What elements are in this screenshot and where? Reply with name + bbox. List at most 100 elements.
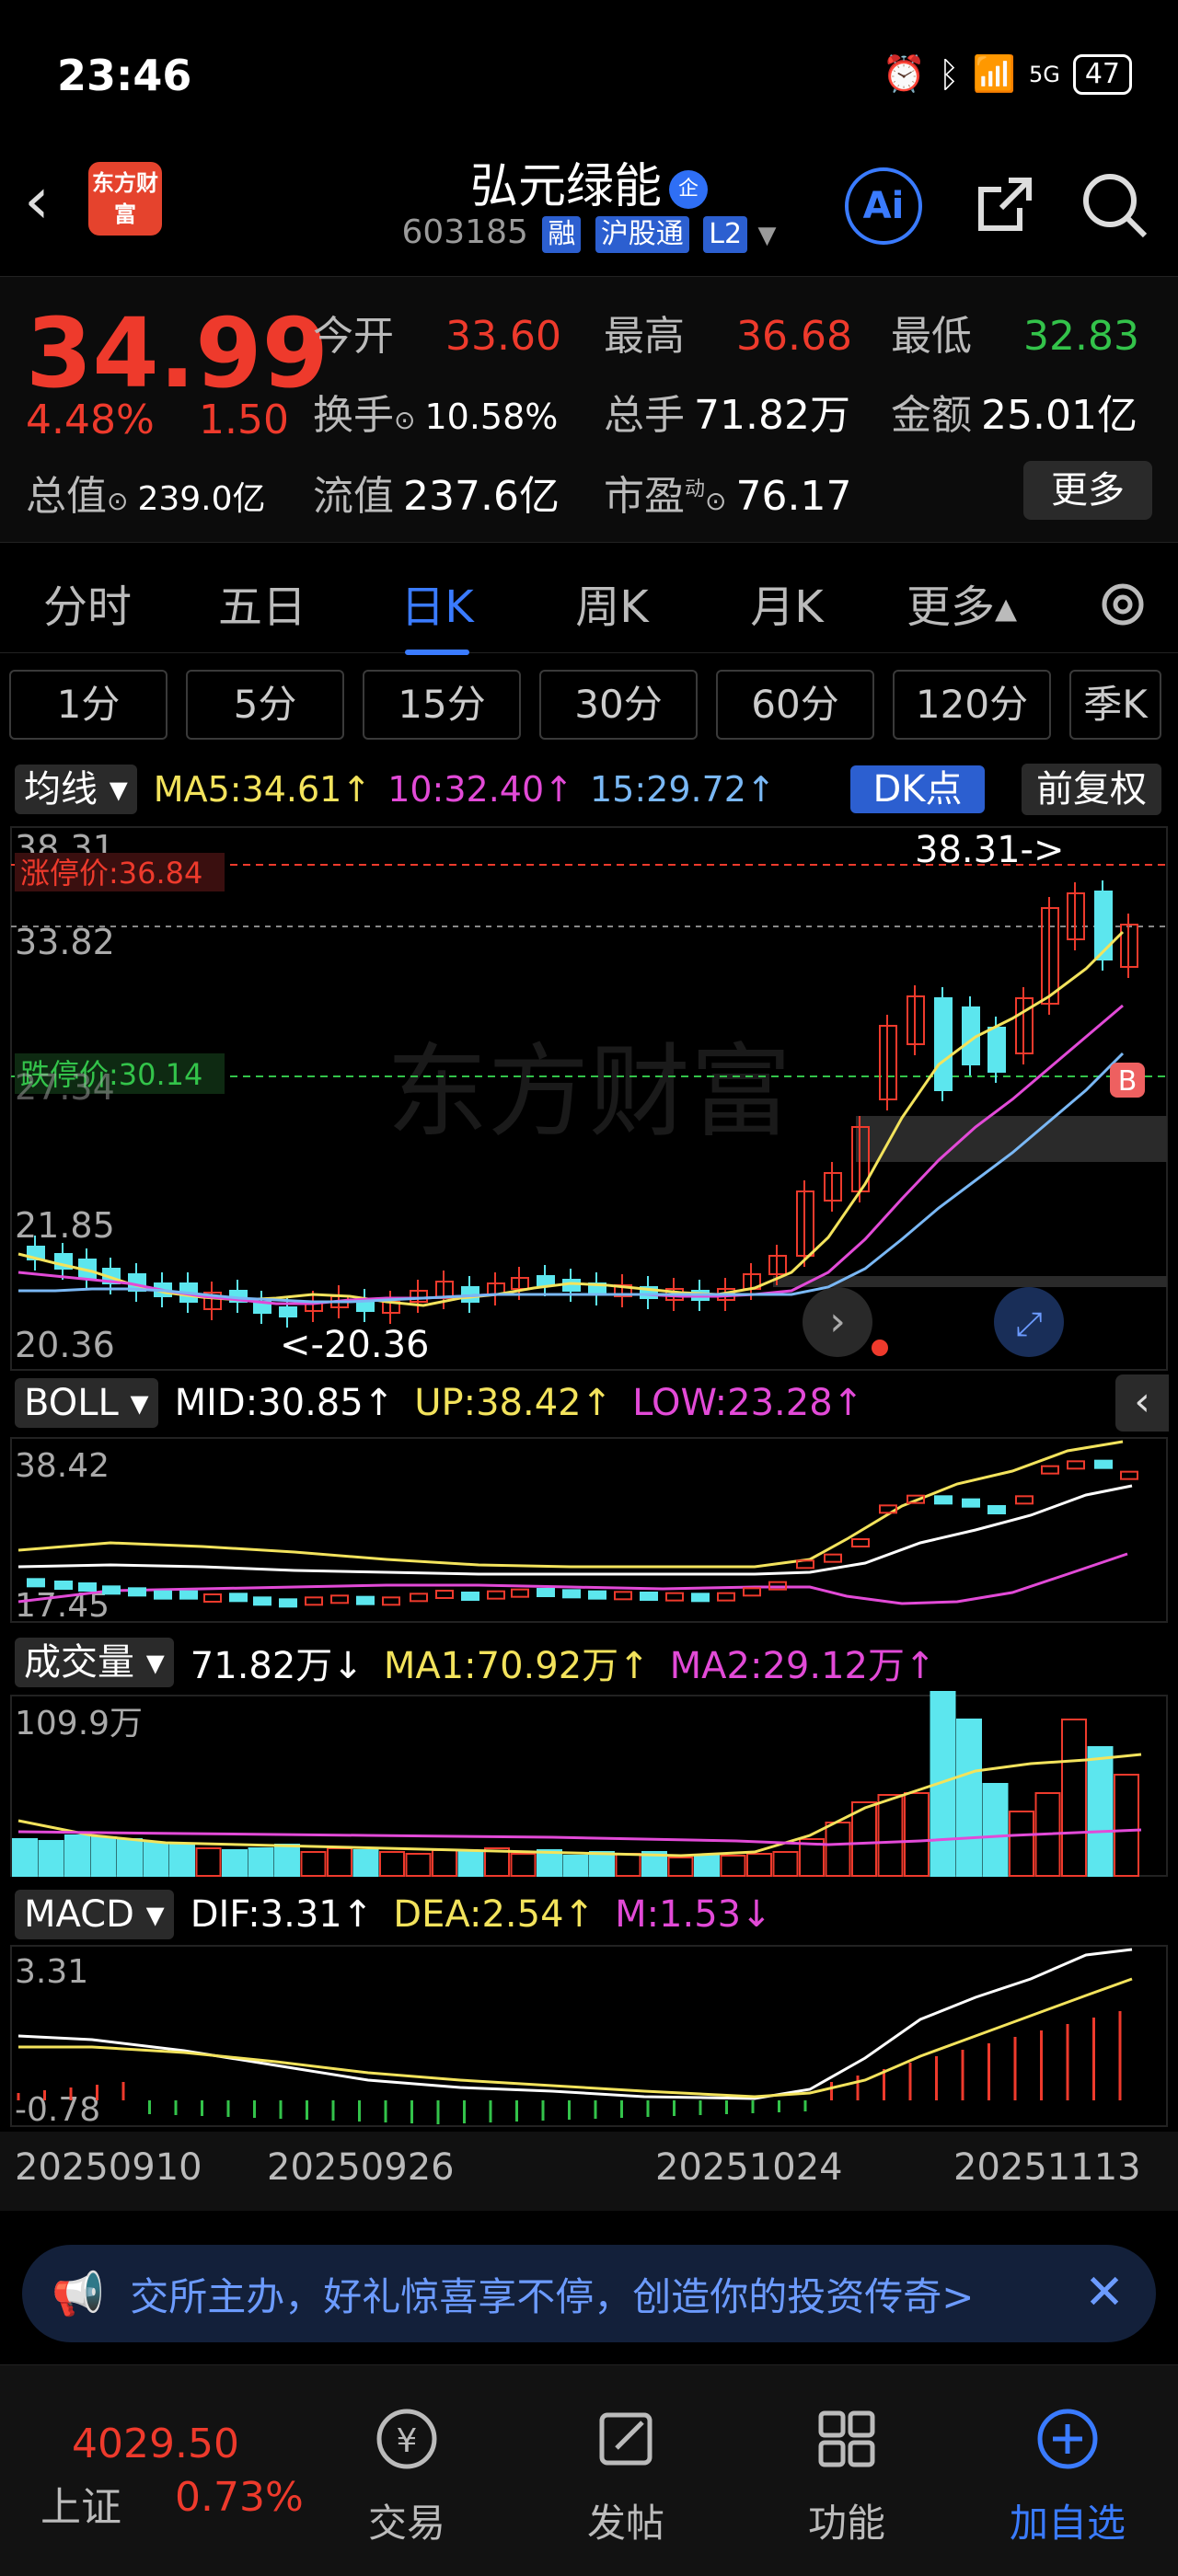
promo-banner[interactable]: 📢 交所主办，好礼惊喜享不停，创造你的投资传奇> ✕ (22, 2245, 1156, 2342)
tab-five-day[interactable]: 五日 (175, 570, 350, 635)
close-icon[interactable]: ✕ (1079, 2267, 1130, 2318)
volume-bar (746, 1853, 772, 1877)
latest-dot (872, 1340, 888, 1356)
period-15min[interactable]: 15分 (363, 670, 521, 740)
stock-header: ‹ 东方财富 弘元绿能企 603185 融 沪股通 L2 ▼ Ai (0, 147, 1178, 276)
volume-bar (352, 1849, 379, 1877)
boll-candle (824, 1553, 842, 1563)
boll-candle (253, 1596, 271, 1606)
date-label-2: 20250926 (267, 2146, 455, 2189)
axis-low: 20.36 (15, 1325, 115, 1365)
buy-marker-label: B (1118, 1065, 1138, 1098)
period-60min[interactable]: 60分 (716, 670, 874, 740)
volume-bar (510, 1853, 537, 1877)
tab-weekly-k[interactable]: 周K (525, 570, 699, 635)
open-price: 今开 33.60 (313, 313, 561, 360)
volume-ma1: MA1:70.92万↑ (383, 1645, 650, 1687)
gear-icon[interactable] (1093, 575, 1152, 634)
period-1min[interactable]: 1分 (9, 670, 167, 740)
volume-bar (327, 1847, 352, 1877)
date-label-4: 20251113 (953, 2146, 1141, 2189)
boll-candle (27, 1578, 45, 1588)
ma5-value: MA5:34.61↑ (153, 769, 372, 810)
volume-ma2: MA2:29.12万↑ (669, 1645, 936, 1687)
tab-monthly-k[interactable]: 月K (699, 570, 874, 635)
turnover: 换手⊙ 10.58% (313, 392, 559, 439)
index-name[interactable]: 上证 (40, 2474, 121, 2533)
share-icon[interactable] (968, 167, 1042, 241)
nav-functions[interactable]: 功能 (773, 2402, 920, 2548)
bluetooth-icon: ᛒ (938, 53, 960, 95)
limit-up-label: 涨停价:36.84 (20, 856, 202, 891)
dk-button[interactable]: DK点 (850, 765, 985, 813)
boll-candle (102, 1585, 121, 1595)
status-time: 23:46 (57, 51, 192, 100)
tab-more[interactable]: 更多▴ (874, 570, 1049, 635)
index-pct[interactable]: 0.73% (175, 2474, 304, 2521)
volume-bar (274, 1844, 300, 1877)
volume-bar (457, 1851, 484, 1877)
boll-candle (179, 1590, 198, 1600)
volume-bar (379, 1851, 405, 1877)
plus-circle-icon (1037, 2409, 1098, 2469)
boll-candle (1015, 1495, 1034, 1505)
more-button[interactable]: 更多 (1023, 461, 1152, 520)
boll-candle (1041, 1465, 1059, 1475)
volume-bar (90, 1836, 117, 1877)
nav-post[interactable]: 发帖 (552, 2402, 699, 2548)
volume-bar (405, 1853, 432, 1877)
index-value[interactable]: 4029.50 (72, 2421, 239, 2467)
period-120min[interactable]: 120分 (893, 670, 1051, 740)
pe-ratio: 市盈动⊙ 76.17 (604, 473, 852, 520)
volume-bar (248, 1847, 274, 1877)
macd-legend: MACD ▾ DIF:3.31↑ DEA:2.54↑ M:1.53↓ (15, 1890, 772, 1939)
status-icons: ⏰ ᛒ 📶 5G 47 (882, 53, 1132, 95)
volume-bar (1114, 1774, 1139, 1877)
boll-candle (461, 1592, 479, 1601)
boll-candle (588, 1590, 606, 1600)
period-5min[interactable]: 5分 (186, 670, 344, 740)
boll-candle (78, 1582, 97, 1592)
search-icon[interactable] (1077, 167, 1150, 241)
period-30min[interactable]: 30分 (539, 670, 698, 740)
volume-bar (772, 1851, 799, 1877)
boll-candle (511, 1588, 529, 1598)
macd-selector[interactable]: MACD ▾ (15, 1890, 174, 1939)
collapse-panel-button[interactable]: ‹ (1115, 1374, 1169, 1432)
battery-indicator: 47 (1072, 53, 1132, 95)
volume-bar (1087, 1746, 1114, 1877)
volume-bar (12, 1838, 38, 1877)
boll-low: LOW:23.28↑ (632, 1382, 864, 1424)
boll-candle (54, 1581, 73, 1590)
macd-axis-top: 3.31 (15, 1953, 88, 1991)
volume-bar (956, 1719, 982, 1877)
nav-add-watchlist[interactable]: 加自选 (994, 2402, 1141, 2548)
volume-bar (694, 1855, 720, 1877)
volume-bar (720, 1855, 746, 1877)
volume-bar (432, 1849, 457, 1877)
boll-candle (279, 1598, 297, 1608)
tab-intraday[interactable]: 分时 (0, 570, 175, 635)
kline-chart[interactable]: 东方财富 38.31 涨停价:36.84 33.82 跌停价:30.14 27.… (0, 823, 1178, 2231)
volume-bar (143, 1842, 169, 1877)
boll-selector[interactable]: BOLL ▾ (15, 1378, 158, 1428)
macd-dea-line (18, 1977, 1133, 2099)
wifi-icon: 📶 (972, 53, 1016, 94)
volume-bar (300, 1851, 327, 1877)
boll-candle (665, 1592, 684, 1602)
boll-candle (154, 1590, 172, 1600)
period-quarter[interactable]: 季K (1069, 670, 1161, 740)
price-pct-change: 4.48% (26, 397, 155, 443)
volume-bar (667, 1857, 694, 1877)
ai-button[interactable]: Ai (845, 167, 922, 245)
volume-selector[interactable]: 成交量 ▾ (15, 1638, 174, 1687)
banner-text: 交所主办，好礼惊喜享不停，创造你的投资传奇> (130, 2273, 975, 2319)
ma-selector[interactable]: 均线 ▾ (15, 765, 137, 814)
boll-axis-top: 38.42 (15, 1447, 110, 1485)
float-cap: 流值 237.6亿 (313, 473, 560, 520)
boll-candle (717, 1592, 735, 1602)
boll-legend: BOLL ▾ MID:30.85↑ UP:38.42↑ LOW:23.28↑ (15, 1378, 863, 1428)
nav-trade[interactable]: ¥ 交易 (333, 2402, 480, 2548)
tab-daily-k[interactable]: 日K (350, 570, 525, 655)
adjust-button[interactable]: 前复权 (1022, 764, 1161, 815)
